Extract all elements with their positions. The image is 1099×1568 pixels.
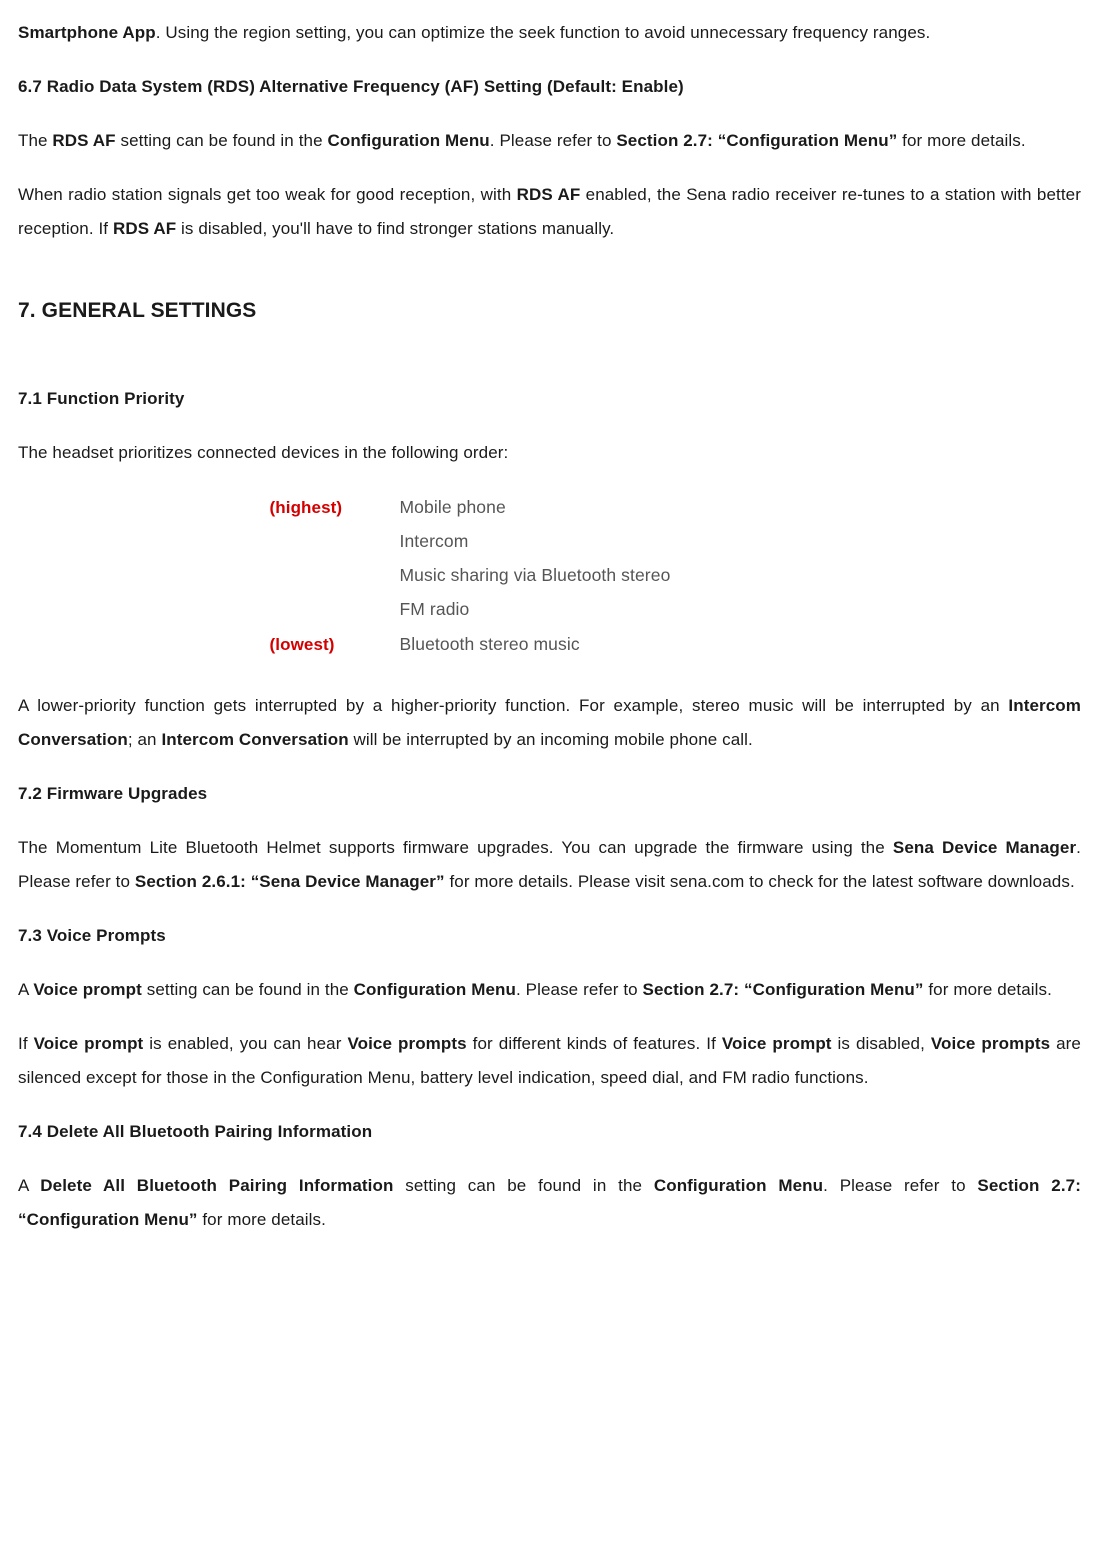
text: . Using the region setting, you can opti… [156, 23, 931, 42]
text: ; an [128, 730, 162, 749]
bold-sena-device-manager: Sena Device Manager [893, 838, 1076, 857]
priority-item: Intercom [400, 524, 469, 558]
para-7-1-detail: A lower-priority function gets interrupt… [18, 689, 1081, 757]
para-7-3-b: If Voice prompt is enabled, you can hear… [18, 1027, 1081, 1095]
priority-row: Music sharing via Bluetooth stereo [270, 558, 830, 592]
bold-voice-prompt: Voice prompt [33, 980, 142, 999]
priority-item: FM radio [400, 592, 470, 626]
bold-smartphone-app: Smartphone App [18, 23, 156, 42]
bold-voice-prompts: Voice prompts [347, 1034, 466, 1053]
bold-delete-all-bt-pairing: Delete All Bluetooth Pairing Information [40, 1176, 393, 1195]
bold-rds-af: RDS AF [52, 131, 115, 150]
bold-voice-prompt: Voice prompt [34, 1034, 144, 1053]
priority-row: Intercom [270, 524, 830, 558]
heading-7-4: 7.4 Delete All Bluetooth Pairing Informa… [18, 1115, 1081, 1149]
priority-row: (lowest) Bluetooth stereo music [270, 627, 830, 661]
text: is enabled, you can hear [143, 1034, 347, 1053]
text: setting can be found in the [116, 131, 328, 150]
bold-section-2-7: Section 2.7: “Configuration Menu” [616, 131, 897, 150]
heading-6-7: 6.7 Radio Data System (RDS) Alternative … [18, 70, 1081, 104]
bold-configuration-menu: Configuration Menu [327, 131, 489, 150]
para-7-3-a: A Voice prompt setting can be found in t… [18, 973, 1081, 1007]
heading-7-1: 7.1 Function Priority [18, 382, 1081, 416]
text: setting can be found in the [142, 980, 354, 999]
text: will be interrupted by an incoming mobil… [349, 730, 753, 749]
text: A [18, 980, 33, 999]
priority-row: (highest) Mobile phone [270, 490, 830, 524]
text: A lower-priority function gets interrupt… [18, 696, 1008, 715]
bold-intercom-conversation: Intercom Conversation [161, 730, 348, 749]
para-7-1-intro: The headset prioritizes connected device… [18, 436, 1081, 470]
text: When radio station signals get too weak … [18, 185, 517, 204]
bold-configuration-menu: Configuration Menu [354, 980, 516, 999]
text: . Please refer to [823, 1176, 977, 1195]
para-6-7-b: When radio station signals get too weak … [18, 178, 1081, 246]
bold-rds-af: RDS AF [113, 219, 176, 238]
para-6-7-a: The RDS AF setting can be found in the C… [18, 124, 1081, 158]
para-7-4: A Delete All Bluetooth Pairing Informati… [18, 1169, 1081, 1237]
bold-voice-prompts: Voice prompts [931, 1034, 1050, 1053]
text: The [18, 131, 52, 150]
text: A [18, 1176, 40, 1195]
heading-7-3: 7.3 Voice Prompts [18, 919, 1081, 953]
heading-7: 7. GENERAL SETTINGS [18, 290, 1081, 332]
bold-section-2-7: Section 2.7: “Configuration Menu” [643, 980, 924, 999]
bold-voice-prompt: Voice prompt [722, 1034, 832, 1053]
bold-section-2-6-1: Section 2.6.1: “Sena Device Manager” [135, 872, 445, 891]
text: for more details. [198, 1210, 326, 1229]
priority-item: Music sharing via Bluetooth stereo [400, 558, 671, 592]
priority-item: Bluetooth stereo music [400, 627, 580, 661]
text: . Please refer to [490, 131, 617, 150]
text: for more details. [897, 131, 1025, 150]
text: If [18, 1034, 34, 1053]
priority-list: (highest) Mobile phone Intercom Music sh… [270, 490, 830, 661]
bold-configuration-menu: Configuration Menu [654, 1176, 823, 1195]
heading-7-2: 7.2 Firmware Upgrades [18, 777, 1081, 811]
text: setting can be found in the [393, 1176, 653, 1195]
text: is disabled, [832, 1034, 931, 1053]
priority-row: FM radio [270, 592, 830, 626]
priority-item: Mobile phone [400, 490, 506, 524]
para-7-2: The Momentum Lite Bluetooth Helmet suppo… [18, 831, 1081, 899]
text: for more details. [924, 980, 1052, 999]
priority-label-highest: (highest) [270, 491, 400, 524]
bold-rds-af: RDS AF [517, 185, 581, 204]
text: for more details. Please visit sena.com … [445, 872, 1075, 891]
text: for different kinds of features. If [467, 1034, 722, 1053]
text: . Please refer to [516, 980, 643, 999]
text: The Momentum Lite Bluetooth Helmet suppo… [18, 838, 893, 857]
text: is disabled, you'll have to find stronge… [176, 219, 614, 238]
priority-label-lowest: (lowest) [270, 628, 400, 661]
continuation-smartphone-app: Smartphone App. Using the region setting… [18, 16, 1081, 50]
